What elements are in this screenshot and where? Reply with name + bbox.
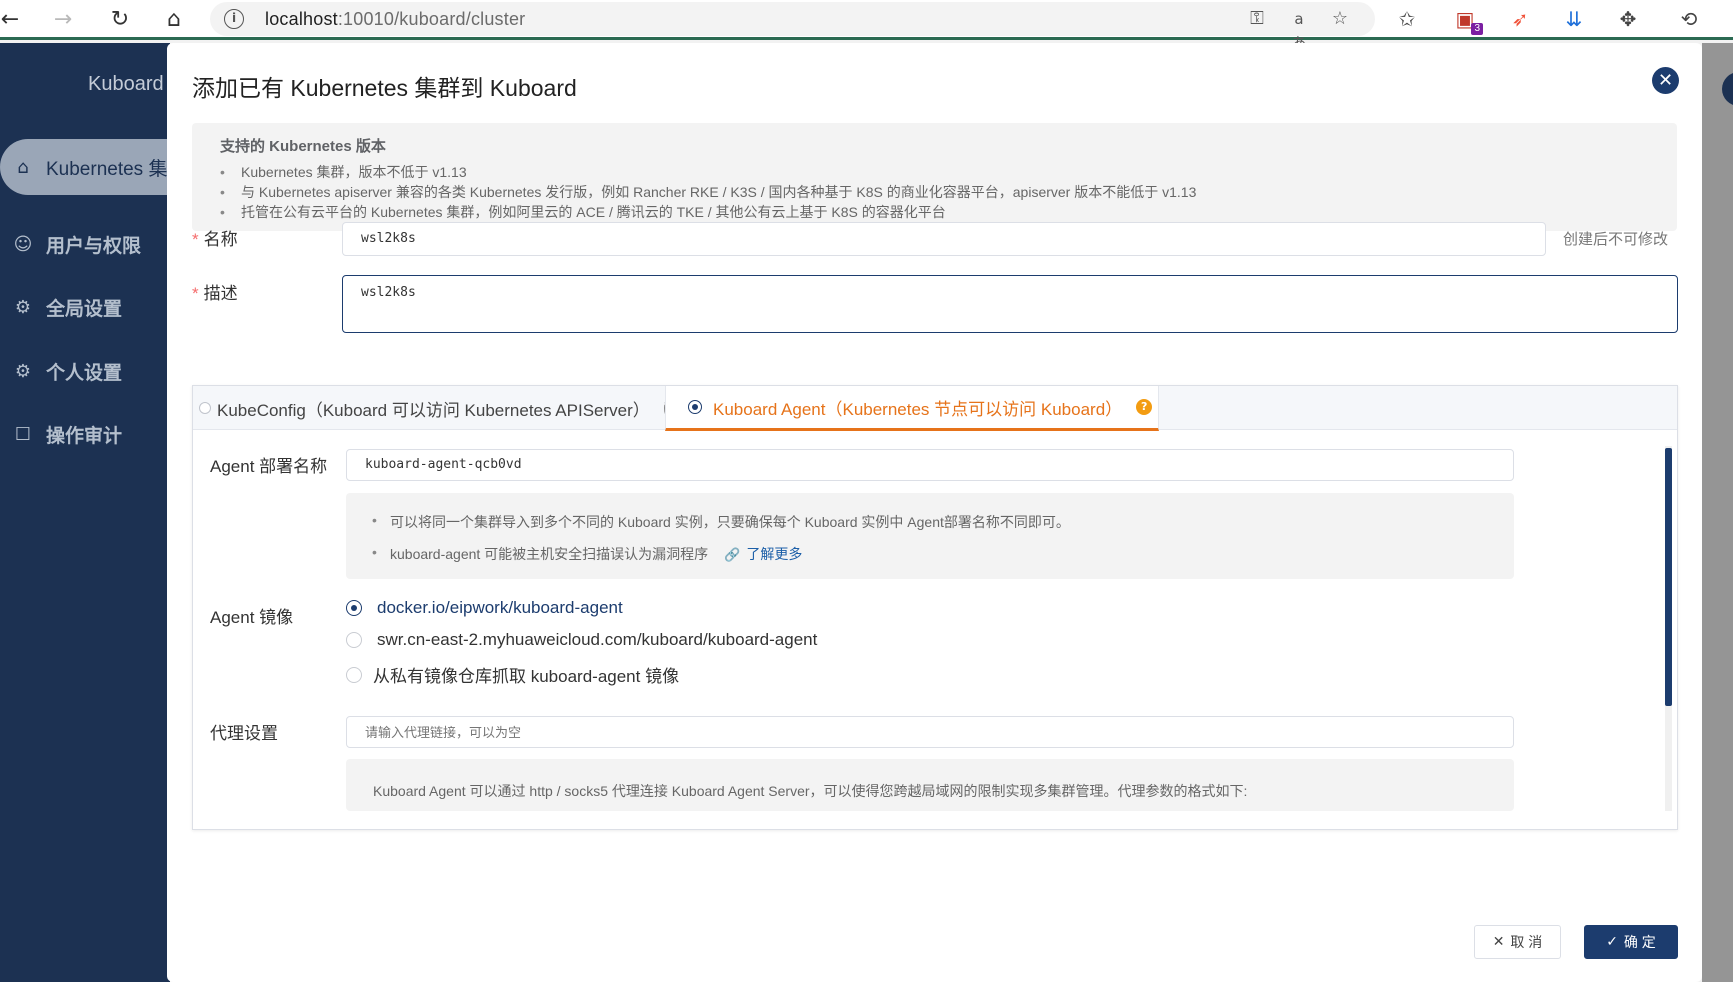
note-item: kuboard-agent 可能被主机安全扫描误认为漏洞程序 🔗 了解更多 [346,544,1514,564]
option-label: 从私有镜像仓库抓取 kuboard-agent 镜像 [373,667,680,686]
cluster-name-input[interactable]: wsl2k8s [342,222,1546,256]
audit-icon: ☐ [14,423,32,445]
gear-icon: ⚙ [14,360,32,382]
brand-logo: Kuboard [88,73,164,95]
learn-more-text: 了解更多 [746,546,803,562]
cancel-label: 取 消 [1510,934,1543,950]
add-cluster-dialog: 添加已有 Kubernetes 集群到 Kuboard ✕ 支持的 Kubern… [167,43,1702,982]
tab-label: KubeConfig（Kuboard 可以访问 Kubernetes APISe… [217,400,650,420]
agent-name-input[interactable]: kuboard-agent-qcb0vd [346,449,1514,481]
name-label-text: 名称 [203,230,238,249]
link-icon: 🔗 [724,548,741,563]
user-icon: ☺ [13,233,33,255]
tab-bar: KubeConfig（Kuboard 可以访问 Kubernetes APISe… [193,386,1677,431]
add-favorite-icon[interactable]: ☆ [1328,7,1352,31]
connection-tabs: KubeConfig（Kuboard 可以访问 Kubernetes APISe… [192,385,1678,830]
radio-selected-icon [688,400,702,414]
confirm-button[interactable]: ✓ 确 定 [1584,925,1678,959]
close-icon: ✕ [1492,934,1505,950]
support-title: 支持的 Kubernetes 版本 [220,138,386,155]
agent-name-label: Agent 部署名称 [210,457,328,476]
key-icon[interactable]: ⚿ [1245,7,1269,31]
proxy-label: 代理设置 [210,724,278,743]
sidebar-item-label: 全局设置 [46,298,123,320]
confirm-label: 确 定 [1623,934,1656,950]
image-option-huaweicloud[interactable]: swr.cn-east-2.myhuaweicloud.com/kuboard/… [346,630,817,650]
note-text: kuboard-agent 可能被主机安全扫描误认为漏洞程序 [390,546,709,562]
favorites-icon[interactable]: ✩ [1393,5,1421,33]
history-icon[interactable]: ⟲ [1675,5,1703,33]
read-aloud-icon[interactable]: aあ [1287,7,1311,52]
forward-arrow-icon[interactable]: → [45,3,81,35]
cancel-button[interactable]: ✕ 取 消 [1474,925,1561,959]
learn-more-link[interactable]: 🔗 了解更多 [724,546,803,563]
proxy-input[interactable] [346,716,1514,748]
sidebar-item-label: 个人设置 [46,362,123,384]
site-info-icon[interactable]: i [224,9,244,29]
name-hint: 创建后不可修改 [1563,231,1669,248]
back-arrow-icon[interactable]: ← [0,3,28,35]
option-label: swr.cn-east-2.myhuaweicloud.com/kuboard/… [377,630,818,649]
sidebar-item-global-settings[interactable]: ⚙ 全局设置 [0,279,170,335]
support-item: Kubernetes 集群，版本不低于 v1.13 [220,162,1649,182]
sidebar-item-audit[interactable]: ☐ 操作审计 [0,406,170,462]
reload-icon[interactable]: ↻ [102,3,138,35]
proxy-note: Kuboard Agent 可以通过 http / socks5 代理连接 Ku… [346,759,1514,811]
gear-icon: ⚙ [14,296,32,318]
dialog-title: 添加已有 Kubernetes 集群到 Kuboard [192,75,577,101]
description-label: * 描述 [192,284,238,303]
description-textarea[interactable]: wsl2k8s [342,275,1678,333]
help-icon[interactable]: ? [1136,399,1153,415]
supported-versions-panel: 支持的 Kubernetes 版本 Kubernetes 集群，版本不低于 v1… [192,123,1677,231]
radio-icon [346,666,362,683]
radio-icon [346,632,362,648]
bookmark-extension-icon[interactable]: ⇊ [1560,5,1588,33]
radio-selected-icon [346,600,362,616]
agent-image-label: Agent 镜像 [210,608,294,627]
sidebar-item-users[interactable]: ☺ 用户与权限 [0,216,170,272]
sidebar: Kuboard ⌂ Kubernetes 集群 ☺ 用户与权限 ⚙ 全局设置 ⚙ 个人设… [0,43,200,982]
agent-tab-content: Agent 部署名称 kuboard-agent-qcb0vd 可以将同一个集群… [193,431,1663,811]
address-bar[interactable]: i localhost:10010/kuboard/cluster ⚿ aあ ☆ [210,2,1375,52]
close-icon[interactable]: ✕ [1652,67,1679,94]
home-icon: ⌂ [17,156,29,178]
sidebar-item-label: 用户与权限 [46,235,142,257]
image-option-private-registry[interactable]: 从私有镜像仓库抓取 kuboard-agent 镜像 [346,662,679,687]
background-overlay [1702,43,1733,982]
extension-badge: 3 [1471,23,1483,35]
radio-icon [199,402,211,414]
option-label: docker.io/eipwork/kuboard-agent [377,598,623,617]
image-option-dockerio[interactable]: docker.io/eipwork/kuboard-agent [346,598,623,618]
sidebar-item-personal-settings[interactable]: ⚙ 个人设置 [0,343,170,399]
browser-toolbar: ← → ↻ ⌂ i localhost:10010/kuboard/cluste… [0,0,1733,52]
tab-kuboard-agent[interactable]: Kuboard Agent（Kubernetes 节点可以访问 Kuboard）… [665,386,1159,431]
home-icon[interactable]: ⌂ [156,3,192,35]
url-text[interactable]: localhost:10010/kuboard/cluster [265,9,525,30]
swift-icon[interactable]: ➶ [1506,5,1534,33]
sidebar-item-label: 操作审计 [46,425,123,447]
url-host: localhost [265,9,338,29]
support-item: 与 Kubernetes apiserver 兼容的各类 Kubernetes … [220,182,1649,202]
url-path: :10010/kuboard/cluster [337,9,526,29]
agent-name-notes: 可以将同一个集群导入到多个不同的 Kuboard 实例，只要确保每个 Kuboa… [346,493,1514,579]
extension-icon[interactable]: ▣ 3 [1451,5,1483,35]
name-label: * 名称 [192,230,238,249]
scrollbar-thumb[interactable] [1665,448,1672,706]
sidebar-item-label: Kubernetes 集群 [46,158,187,180]
support-item: 托管在公有云平台的 Kubernetes 集群，例如阿里云的 ACE / 腾讯云… [220,202,1649,222]
extensions-puzzle-icon[interactable]: ✥ [1614,5,1642,33]
note-item: 可以将同一个集群导入到多个不同的 Kuboard 实例，只要确保每个 Kuboa… [346,512,1514,532]
check-icon: ✓ [1606,934,1618,950]
tab-label: Kuboard Agent（Kubernetes 节点可以访问 Kuboard） [713,399,1123,419]
tab-kubeconfig[interactable]: KubeConfig（Kuboard 可以访问 Kubernetes APISe… [193,386,671,430]
description-label-text: 描述 [203,284,238,303]
